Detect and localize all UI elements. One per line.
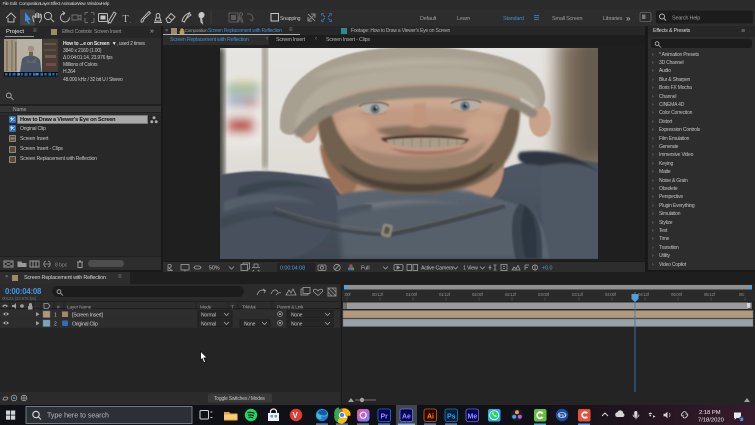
svg-text:02:12f: 02:12f xyxy=(505,292,517,297)
svg-text:03:12f: 03:12f xyxy=(572,292,584,297)
svg-text:None: None xyxy=(291,321,303,327)
svg-text:Original Clip: Original Clip xyxy=(72,322,98,328)
svg-text:04:00f: 04:00f xyxy=(605,292,617,297)
svg-text:Full: Full xyxy=(361,266,370,272)
svg-text:05:00f: 05:00f xyxy=(671,292,683,297)
svg-text:Snapping: Snapping xyxy=(280,16,301,22)
svg-text:Me: Me xyxy=(468,414,478,421)
svg-text:.: . xyxy=(130,19,131,25)
svg-text:Standard: Standard xyxy=(503,16,524,22)
svg-text:Libraries: Libraries xyxy=(603,16,623,22)
svg-text:8 bpc: 8 bpc xyxy=(55,263,68,269)
svg-text:Type here to search: Type here to search xyxy=(47,413,109,420)
svg-text:1 View: 1 View xyxy=(463,266,478,272)
svg-text:03:00f: 03:00f xyxy=(538,292,550,297)
svg-text:1: 1 xyxy=(54,313,57,319)
svg-text:None: None xyxy=(291,312,303,318)
svg-text:Search Help: Search Help xyxy=(672,16,700,22)
svg-text:[Screen Insert]: [Screen Insert] xyxy=(72,313,103,319)
svg-text:Ai: Ai xyxy=(427,414,434,421)
svg-text:Ae: Ae xyxy=(402,414,411,421)
svg-text:Learn: Learn xyxy=(457,16,470,22)
svg-text:Toggle Switches / Modes: Toggle Switches / Modes xyxy=(214,396,265,402)
svg-text:Pro: Pro xyxy=(559,413,567,418)
svg-text:V: V xyxy=(293,411,299,420)
svg-text:Active Camera: Active Camera xyxy=(421,266,453,272)
svg-text:Ps: Ps xyxy=(447,414,456,421)
svg-text:T: T xyxy=(123,14,129,25)
svg-text:00:12f: 00:12f xyxy=(372,292,384,297)
svg-text:2:18 PM: 2:18 PM xyxy=(699,410,721,416)
svg-text:None: None xyxy=(244,321,256,327)
svg-text:Default: Default xyxy=(420,16,437,22)
svg-text:50%: 50% xyxy=(209,266,220,272)
svg-text:Normal: Normal xyxy=(201,321,216,327)
svg-text:01:00f: 01:00f xyxy=(406,292,418,297)
svg-text:02:00f: 02:00f xyxy=(472,292,484,297)
svg-text:7/18/2020: 7/18/2020 xyxy=(698,418,724,424)
svg-text:04:12f: 04:12f xyxy=(638,292,650,297)
svg-text:05:12f: 05:12f xyxy=(704,292,716,297)
svg-text:0:00:04:08: 0:00:04:08 xyxy=(280,265,305,271)
svg-text:+0.0: +0.0 xyxy=(542,266,553,272)
svg-text::00f: :00f xyxy=(344,292,351,297)
svg-text:Normal: Normal xyxy=(201,312,216,318)
svg-text:Small Screen: Small Screen xyxy=(552,16,582,22)
svg-text:06:: 06: xyxy=(739,292,744,297)
svg-text:Pr: Pr xyxy=(381,414,389,421)
svg-text:»: » xyxy=(626,14,631,23)
svg-text:2: 2 xyxy=(54,322,57,328)
svg-text:01:12f: 01:12f xyxy=(439,292,451,297)
